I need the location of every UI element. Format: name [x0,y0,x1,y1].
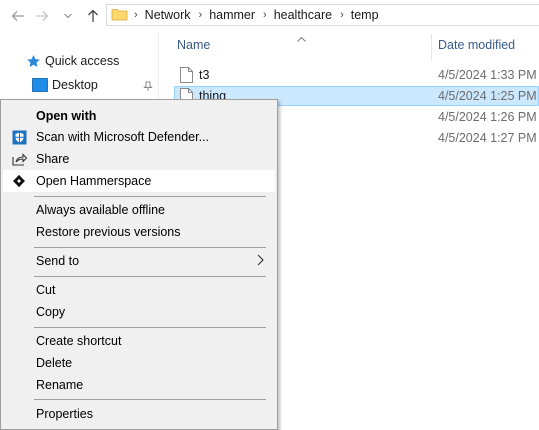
breadcrumb: › Network › hammer › healthcare › temp [134,8,379,22]
menu-item-restore-previous-versions[interactable]: Restore previous versions [3,221,275,243]
chevron-down-icon [64,13,72,19]
menu-item-copy[interactable]: Copy [3,301,275,323]
menu-item-share[interactable]: Share [3,148,275,170]
defender-shield-icon [11,129,27,145]
menu-item-delete[interactable]: Delete [3,352,275,374]
nav-item-label: Quick access [45,54,120,68]
menu-item-label: Open with [36,109,97,123]
sort-ascending-icon [297,31,306,45]
nav-item-quick-access[interactable]: Quick access [25,53,119,69]
menu-item-label: Open Hammerspace [36,174,152,188]
chevron-right-icon [257,254,264,269]
menu-item-label: Rename [36,378,84,392]
file-name: t3 [199,68,210,82]
menu-item-properties[interactable]: Properties [3,403,275,425]
file-date: 4/5/2024 1:26 PM [438,110,537,124]
arrow-right-icon [36,11,49,21]
menu-item-label: Properties [36,407,93,421]
menu-item-label: Create shortcut [36,334,122,348]
menu-item-label: Scan with Microsoft Defender... [36,130,209,144]
menu-separator [34,276,266,277]
menu-item-always-available-offline[interactable]: Always available offline [3,199,275,221]
share-icon [11,151,27,167]
address-toolbar: › Network › hammer › healthcare › temp [0,0,539,32]
menu-item-label: Always available offline [36,203,166,217]
chevron-right-icon: › [263,9,267,21]
menu-separator [34,399,266,400]
address-bar[interactable]: › Network › hammer › healthcare › temp [106,4,539,26]
menu-item-open-with[interactable]: Open with [3,105,275,127]
recent-locations-button[interactable] [61,5,75,27]
arrow-up-icon [88,9,98,22]
breadcrumb-network[interactable]: Network [145,8,191,22]
file-date: 4/5/2024 1:33 PM [438,68,537,82]
pin-icon [143,81,153,95]
desktop-icon [32,77,48,93]
folder-icon [111,7,128,24]
menu-separator [34,196,266,197]
menu-item-send-to[interactable]: Send to [3,250,275,272]
file-icon [180,67,193,86]
menu-item-rename[interactable]: Rename [3,374,275,396]
breadcrumb-temp[interactable]: temp [351,8,379,22]
menu-item-open-hammerspace[interactable]: Open Hammerspace [3,170,275,192]
hammerspace-logo-icon [11,173,27,189]
breadcrumb-healthcare[interactable]: healthcare [274,8,332,22]
file-date: 4/5/2024 1:25 PM [438,89,537,103]
nav-item-label: Desktop [52,78,98,92]
menu-item-label: Delete [36,356,73,370]
menu-item-create-shortcut[interactable]: Create shortcut [3,330,275,352]
menu-item-scan-defender[interactable]: Scan with Microsoft Defender... [3,126,275,148]
menu-separator [34,247,266,248]
file-row[interactable]: t3 4/5/2024 1:33 PM [174,65,539,85]
file-date: 4/5/2024 1:27 PM [438,131,537,145]
forward-button[interactable] [31,5,53,27]
chevron-right-icon: › [198,9,203,21]
column-divider[interactable] [431,34,432,60]
chevron-right-icon: › [134,9,138,21]
context-menu: Open with Scan with Microsoft Defender..… [0,99,278,430]
column-header-name[interactable]: Name [177,38,210,56]
menu-item-label: Copy [36,305,66,319]
nav-item-desktop[interactable]: Desktop [32,77,98,93]
menu-item-label: Send to [36,254,80,268]
menu-item-label: Share [36,152,70,166]
breadcrumb-hammer[interactable]: hammer [209,8,255,22]
menu-item-label: Restore previous versions [36,225,181,239]
up-button[interactable] [82,5,104,27]
menu-item-label: Cut [36,283,56,297]
star-icon [25,53,41,69]
back-button[interactable] [7,5,29,27]
arrow-left-icon [11,11,24,21]
column-header-date-modified[interactable]: Date modified [438,38,515,56]
chevron-right-icon: › [340,9,344,21]
menu-item-cut[interactable]: Cut [3,279,275,301]
menu-separator [34,327,266,328]
